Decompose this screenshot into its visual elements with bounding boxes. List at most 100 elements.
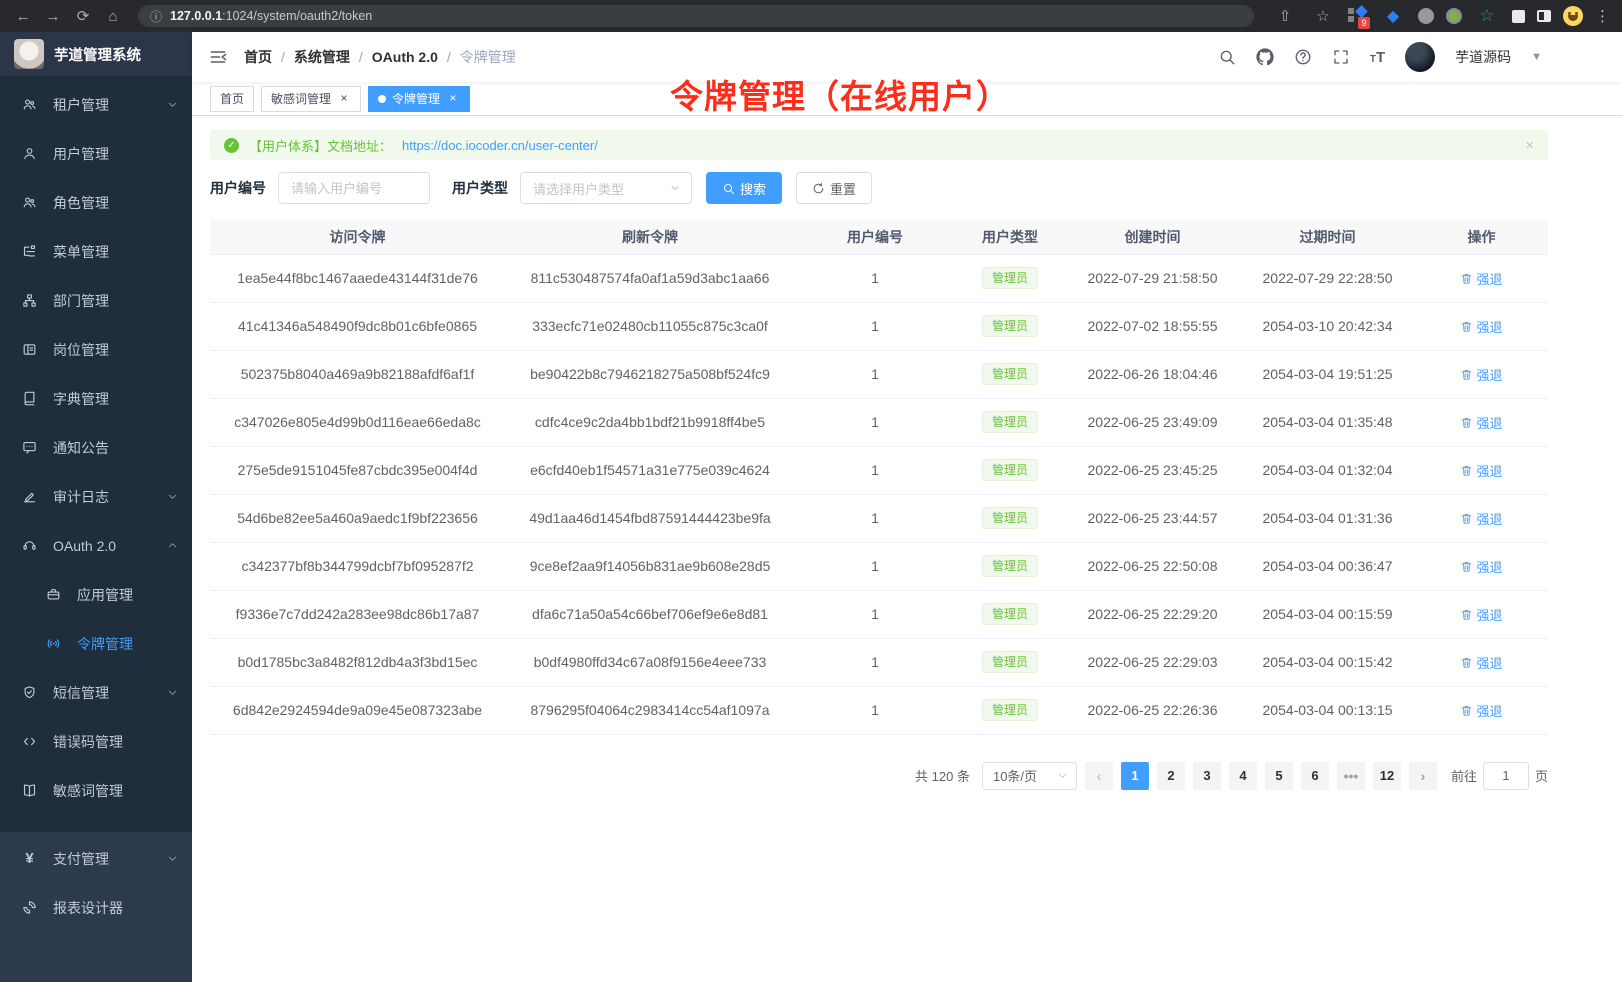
tab-close-icon[interactable]: ×	[446, 92, 460, 106]
page-button-2[interactable]: 2	[1157, 762, 1185, 790]
success-check-icon: ✓	[224, 138, 239, 153]
sidebar-item-users[interactable]: 租户管理	[0, 80, 192, 129]
sidebar-item-label: 部门管理	[53, 291, 178, 311]
cell-user_id: 1	[795, 350, 955, 398]
tab-close-icon[interactable]: ×	[337, 92, 351, 106]
tab-1[interactable]: 敏感词管理×	[261, 86, 361, 112]
bookmark-star-icon[interactable]: ☆	[1310, 4, 1336, 28]
cell-expires: 2054-03-04 00:36:47	[1240, 542, 1415, 590]
force-logout-button[interactable]: 强退	[1460, 461, 1502, 480]
sidebar-item-label: 角色管理	[53, 193, 178, 213]
sidebar-item-errcode[interactable]: 错误码管理	[0, 717, 192, 766]
profile-avatar[interactable]	[1563, 6, 1583, 26]
hamburger-icon[interactable]	[208, 47, 228, 67]
sidebar-item-team[interactable]: 角色管理	[0, 178, 192, 227]
alert-close-icon[interactable]: ×	[1525, 137, 1534, 154]
users-icon	[22, 97, 37, 112]
sidebar-item-report[interactable]: 报表设计器	[0, 883, 192, 932]
tab-panel-icon[interactable]	[1537, 10, 1551, 22]
sidebar-item-sensitive[interactable]: 敏感词管理	[0, 766, 192, 815]
sidebar-subitem-token[interactable]: 令牌管理	[0, 619, 192, 668]
page-button-5[interactable]: 5	[1265, 762, 1293, 790]
force-logout-button[interactable]: 强退	[1460, 509, 1502, 528]
sidebar-item-dict[interactable]: 字典管理	[0, 374, 192, 423]
force-logout-button[interactable]: 强退	[1460, 701, 1502, 720]
page-button-6[interactable]: 6	[1301, 762, 1329, 790]
sidebar-item-org[interactable]: 部门管理	[0, 276, 192, 325]
back-icon[interactable]: ←	[10, 4, 36, 28]
sidebar-item-pay[interactable]: ¥支付管理	[0, 834, 192, 883]
force-logout-button[interactable]: 强退	[1460, 269, 1502, 288]
user-type-label: 用户类型	[452, 178, 508, 198]
sidebar-item-tree[interactable]: 菜单管理	[0, 227, 192, 276]
page-button-3[interactable]: 3	[1193, 762, 1221, 790]
extensions-puzzle-icon[interactable]	[1512, 10, 1525, 23]
reload-icon[interactable]: ⟳	[70, 4, 96, 28]
user-type-select[interactable]: 请选择用户类型	[520, 172, 692, 204]
font-size-icon[interactable]: TT	[1370, 49, 1385, 66]
logo-bar[interactable]: 芋道管理系统	[0, 32, 192, 76]
force-logout-button[interactable]: 强退	[1460, 653, 1502, 672]
sidebar-item-oauth[interactable]: OAuth 2.0	[0, 521, 192, 570]
sidebar-item-sms[interactable]: 短信管理	[0, 668, 192, 717]
user-type-badge: 管理员	[982, 603, 1038, 625]
next-page-button[interactable]: ›	[1409, 762, 1437, 790]
record-extension-icon[interactable]	[1446, 8, 1462, 24]
browser-menu-icon[interactable]: ⋮	[1595, 7, 1610, 25]
github-icon[interactable]	[1256, 48, 1274, 66]
tab-2[interactable]: 令牌管理×	[368, 86, 470, 112]
help-icon[interactable]	[1294, 48, 1312, 66]
breadcrumb-item-1[interactable]: 系统管理	[294, 47, 350, 67]
more-pages-button[interactable]: •••	[1337, 762, 1365, 790]
force-logout-button[interactable]: 强退	[1460, 557, 1502, 576]
cell-expires: 2054-03-04 00:15:42	[1240, 638, 1415, 686]
user-id-input[interactable]	[278, 172, 430, 204]
breadcrumb-item-0[interactable]: 首页	[244, 47, 272, 67]
extension-badge-icon[interactable]: 9	[1348, 6, 1368, 26]
star-extension-icon[interactable]: ☆	[1474, 4, 1500, 28]
site-info-icon[interactable]: ⓘ	[150, 8, 162, 25]
url-bar[interactable]: ⓘ 127.0.0.1:1024/system/oauth2/token	[138, 5, 1254, 27]
sidebar-item-notice[interactable]: 通知公告	[0, 423, 192, 472]
user-name[interactable]: 芋道源码	[1455, 47, 1511, 67]
home-icon[interactable]: ⌂	[100, 4, 126, 28]
cell-refresh: 8796295f04064c2983414cc54af1097a	[505, 686, 795, 734]
cell-expires: 2054-03-04 01:31:36	[1240, 494, 1415, 542]
command-extension-icon[interactable]	[1418, 8, 1434, 24]
page-size-select[interactable]: 10条/页	[982, 762, 1077, 790]
force-logout-button[interactable]: 强退	[1460, 413, 1502, 432]
force-logout-button[interactable]: 强退	[1460, 317, 1502, 336]
chevron-down-icon[interactable]: ▼	[1531, 51, 1542, 63]
oauth-icon	[22, 538, 37, 553]
share-icon[interactable]: ⇧	[1272, 4, 1298, 28]
chevron-down-icon	[167, 853, 178, 864]
search-icon[interactable]	[1218, 48, 1236, 66]
prev-page-button[interactable]: ‹	[1085, 762, 1113, 790]
alert-doc-link[interactable]: https://doc.iocoder.cn/user-center/	[402, 138, 598, 153]
user-avatar[interactable]	[1405, 42, 1435, 72]
fullscreen-icon[interactable]	[1332, 48, 1350, 66]
sidebar-item-user[interactable]: 用户管理	[0, 129, 192, 178]
user-id-label: 用户编号	[210, 178, 266, 198]
forward-icon[interactable]: →	[40, 4, 66, 28]
extension-badge-count: 9	[1358, 17, 1370, 29]
gem-extension-icon[interactable]: ◆	[1380, 4, 1406, 28]
sidebar-subitem-label: 应用管理	[77, 585, 178, 605]
page-button-12[interactable]: 12	[1373, 762, 1401, 790]
sidebar-subitem-app[interactable]: 应用管理	[0, 570, 192, 619]
page-button-1[interactable]: 1	[1121, 762, 1149, 790]
force-logout-button[interactable]: 强退	[1460, 605, 1502, 624]
page-button-4[interactable]: 4	[1229, 762, 1257, 790]
force-logout-button[interactable]: 强退	[1460, 365, 1502, 384]
tab-0[interactable]: 首页	[210, 86, 254, 112]
force-logout-label: 强退	[1476, 653, 1502, 672]
breadcrumb-item-2[interactable]: OAuth 2.0	[372, 49, 438, 65]
sidebar-item-postcard[interactable]: 岗位管理	[0, 325, 192, 374]
reset-button[interactable]: 重置	[796, 172, 872, 204]
dict-icon	[22, 391, 37, 406]
trash-icon	[1460, 320, 1473, 333]
cell-refresh: cdfc4ce9c2da4bb1bdf21b9918ff4be5	[505, 398, 795, 446]
search-button[interactable]: 搜索	[706, 172, 782, 204]
sidebar-item-audit[interactable]: 审计日志	[0, 472, 192, 521]
goto-page-input[interactable]	[1483, 762, 1529, 790]
